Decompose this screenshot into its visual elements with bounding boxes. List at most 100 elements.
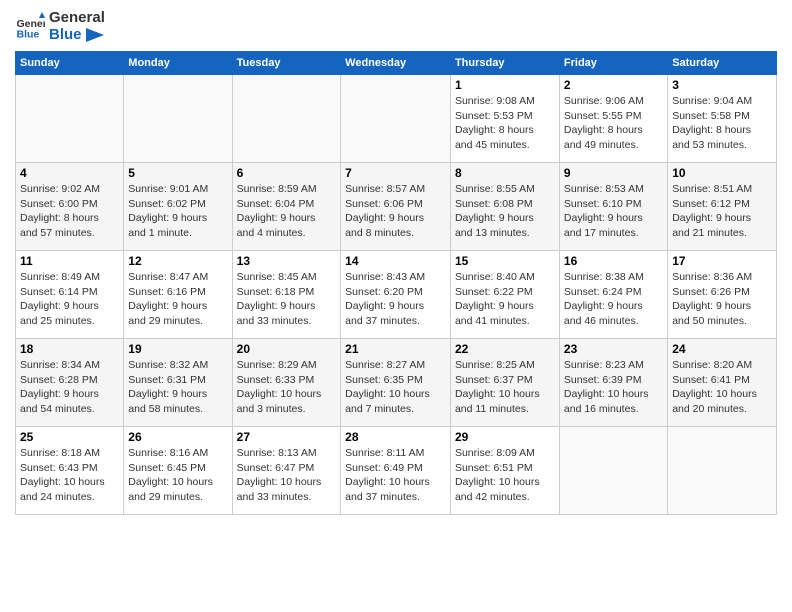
- calendar-cell: 24 Sunrise: 8:20 AM Sunset: 6:41 PM Dayli…: [668, 339, 777, 427]
- day-info: Sunrise: 8:43 AM Sunset: 6:20 PM Dayligh…: [345, 270, 446, 329]
- day-number: 1: [455, 78, 555, 92]
- day-info: Sunrise: 8:51 AM Sunset: 6:12 PM Dayligh…: [672, 182, 772, 241]
- day-info: Sunrise: 8:53 AM Sunset: 6:10 PM Dayligh…: [564, 182, 663, 241]
- day-info: Sunrise: 8:27 AM Sunset: 6:35 PM Dayligh…: [345, 358, 446, 417]
- day-info: Sunrise: 9:02 AM Sunset: 6:00 PM Dayligh…: [20, 182, 119, 241]
- calendar-cell: 4 Sunrise: 9:02 AM Sunset: 6:00 PM Daylig…: [16, 163, 124, 251]
- day-number: 16: [564, 254, 663, 268]
- header-row: SundayMondayTuesdayWednesdayThursdayFrid…: [16, 52, 777, 75]
- calendar-cell: 21 Sunrise: 8:27 AM Sunset: 6:35 PM Dayli…: [341, 339, 451, 427]
- col-header-wednesday: Wednesday: [341, 52, 451, 75]
- day-number: 7: [345, 166, 446, 180]
- calendar-cell: [668, 427, 777, 515]
- day-number: 4: [20, 166, 119, 180]
- day-info: Sunrise: 8:25 AM Sunset: 6:37 PM Dayligh…: [455, 358, 555, 417]
- day-number: 21: [345, 342, 446, 356]
- day-number: 22: [455, 342, 555, 356]
- day-info: Sunrise: 9:06 AM Sunset: 5:55 PM Dayligh…: [564, 94, 663, 153]
- day-info: Sunrise: 9:08 AM Sunset: 5:53 PM Dayligh…: [455, 94, 555, 153]
- calendar-cell: 20 Sunrise: 8:29 AM Sunset: 6:33 PM Dayli…: [232, 339, 341, 427]
- day-info: Sunrise: 8:13 AM Sunset: 6:47 PM Dayligh…: [237, 446, 337, 505]
- calendar-cell: 22 Sunrise: 8:25 AM Sunset: 6:37 PM Dayli…: [450, 339, 559, 427]
- calendar-cell: 29 Sunrise: 8:09 AM Sunset: 6:51 PM Dayli…: [450, 427, 559, 515]
- day-info: Sunrise: 8:45 AM Sunset: 6:18 PM Dayligh…: [237, 270, 337, 329]
- calendar-cell: 15 Sunrise: 8:40 AM Sunset: 6:22 PM Dayli…: [450, 251, 559, 339]
- calendar-cell: 26 Sunrise: 8:16 AM Sunset: 6:45 PM Dayli…: [124, 427, 232, 515]
- calendar-cell: 1 Sunrise: 9:08 AM Sunset: 5:53 PM Daylig…: [450, 75, 559, 163]
- calendar-cell: [16, 75, 124, 163]
- col-header-tuesday: Tuesday: [232, 52, 341, 75]
- calendar-cell: 9Sunrise: 8:53 AM Sunset: 6:10 PM Daylig…: [559, 163, 667, 251]
- day-info: Sunrise: 8:38 AM Sunset: 6:24 PM Dayligh…: [564, 270, 663, 329]
- day-number: 6: [237, 166, 337, 180]
- day-number: 19: [128, 342, 227, 356]
- calendar-cell: 5Sunrise: 9:01 AM Sunset: 6:02 PM Daylig…: [124, 163, 232, 251]
- calendar-cell: [559, 427, 667, 515]
- calendar-cell: 7 Sunrise: 8:57 AM Sunset: 6:06 PM Daylig…: [341, 163, 451, 251]
- col-header-sunday: Sunday: [16, 52, 124, 75]
- col-header-thursday: Thursday: [450, 52, 559, 75]
- svg-text:Blue: Blue: [17, 28, 40, 40]
- calendar-cell: [124, 75, 232, 163]
- day-info: Sunrise: 8:29 AM Sunset: 6:33 PM Dayligh…: [237, 358, 337, 417]
- day-info: Sunrise: 8:47 AM Sunset: 6:16 PM Dayligh…: [128, 270, 227, 329]
- day-number: 23: [564, 342, 663, 356]
- day-number: 24: [672, 342, 772, 356]
- day-number: 18: [20, 342, 119, 356]
- calendar-cell: [232, 75, 341, 163]
- calendar-cell: 18 Sunrise: 8:34 AM Sunset: 6:28 PM Dayli…: [16, 339, 124, 427]
- day-number: 17: [672, 254, 772, 268]
- header: General Blue General Blue: [15, 10, 777, 43]
- calendar-cell: 28Sunrise: 8:11 AM Sunset: 6:49 PM Dayli…: [341, 427, 451, 515]
- day-number: 11: [20, 254, 119, 268]
- calendar-cell: 23 Sunrise: 8:23 AM Sunset: 6:39 PM Dayli…: [559, 339, 667, 427]
- col-header-saturday: Saturday: [668, 52, 777, 75]
- day-info: Sunrise: 8:34 AM Sunset: 6:28 PM Dayligh…: [20, 358, 119, 417]
- day-number: 20: [237, 342, 337, 356]
- calendar-cell: [341, 75, 451, 163]
- day-info: Sunrise: 8:55 AM Sunset: 6:08 PM Dayligh…: [455, 182, 555, 241]
- day-number: 8: [455, 166, 555, 180]
- day-number: 29: [455, 430, 555, 444]
- week-row-1: 1 Sunrise: 9:08 AM Sunset: 5:53 PM Daylig…: [16, 75, 777, 163]
- calendar-cell: 19Sunrise: 8:32 AM Sunset: 6:31 PM Dayli…: [124, 339, 232, 427]
- logo-icon: General Blue: [15, 12, 45, 42]
- day-number: 25: [20, 430, 119, 444]
- logo: General Blue General Blue: [15, 10, 105, 43]
- calendar-cell: 6 Sunrise: 8:59 AM Sunset: 6:04 PM Daylig…: [232, 163, 341, 251]
- calendar-page: General Blue General Blue SundayMondayTu…: [0, 0, 792, 525]
- logo-general: General: [49, 10, 105, 27]
- calendar-table: SundayMondayTuesdayWednesdayThursdayFrid…: [15, 51, 777, 515]
- day-number: 13: [237, 254, 337, 268]
- day-number: 15: [455, 254, 555, 268]
- day-info: Sunrise: 8:59 AM Sunset: 6:04 PM Dayligh…: [237, 182, 337, 241]
- calendar-cell: 14Sunrise: 8:43 AM Sunset: 6:20 PM Dayli…: [341, 251, 451, 339]
- day-info: Sunrise: 8:11 AM Sunset: 6:49 PM Dayligh…: [345, 446, 446, 505]
- day-number: 10: [672, 166, 772, 180]
- day-number: 12: [128, 254, 227, 268]
- day-number: 3: [672, 78, 772, 92]
- day-info: Sunrise: 8:23 AM Sunset: 6:39 PM Dayligh…: [564, 358, 663, 417]
- logo-arrow: [86, 28, 104, 42]
- day-number: 2: [564, 78, 663, 92]
- calendar-cell: 13 Sunrise: 8:45 AM Sunset: 6:18 PM Dayli…: [232, 251, 341, 339]
- day-info: Sunrise: 8:49 AM Sunset: 6:14 PM Dayligh…: [20, 270, 119, 329]
- col-header-friday: Friday: [559, 52, 667, 75]
- day-info: Sunrise: 8:40 AM Sunset: 6:22 PM Dayligh…: [455, 270, 555, 329]
- day-info: Sunrise: 8:09 AM Sunset: 6:51 PM Dayligh…: [455, 446, 555, 505]
- day-number: 26: [128, 430, 227, 444]
- day-info: Sunrise: 8:16 AM Sunset: 6:45 PM Dayligh…: [128, 446, 227, 505]
- calendar-cell: 17Sunrise: 8:36 AM Sunset: 6:26 PM Dayli…: [668, 251, 777, 339]
- calendar-cell: 12 Sunrise: 8:47 AM Sunset: 6:16 PM Dayli…: [124, 251, 232, 339]
- calendar-cell: 2 Sunrise: 9:06 AM Sunset: 5:55 PM Daylig…: [559, 75, 667, 163]
- day-info: Sunrise: 8:57 AM Sunset: 6:06 PM Dayligh…: [345, 182, 446, 241]
- day-number: 5: [128, 166, 227, 180]
- day-number: 27: [237, 430, 337, 444]
- day-info: Sunrise: 8:20 AM Sunset: 6:41 PM Dayligh…: [672, 358, 772, 417]
- week-row-4: 18 Sunrise: 8:34 AM Sunset: 6:28 PM Dayli…: [16, 339, 777, 427]
- week-row-2: 4 Sunrise: 9:02 AM Sunset: 6:00 PM Daylig…: [16, 163, 777, 251]
- week-row-3: 11 Sunrise: 8:49 AM Sunset: 6:14 PM Dayli…: [16, 251, 777, 339]
- calendar-cell: 8 Sunrise: 8:55 AM Sunset: 6:08 PM Daylig…: [450, 163, 559, 251]
- day-info: Sunrise: 9:04 AM Sunset: 5:58 PM Dayligh…: [672, 94, 772, 153]
- calendar-cell: 27 Sunrise: 8:13 AM Sunset: 6:47 PM Dayli…: [232, 427, 341, 515]
